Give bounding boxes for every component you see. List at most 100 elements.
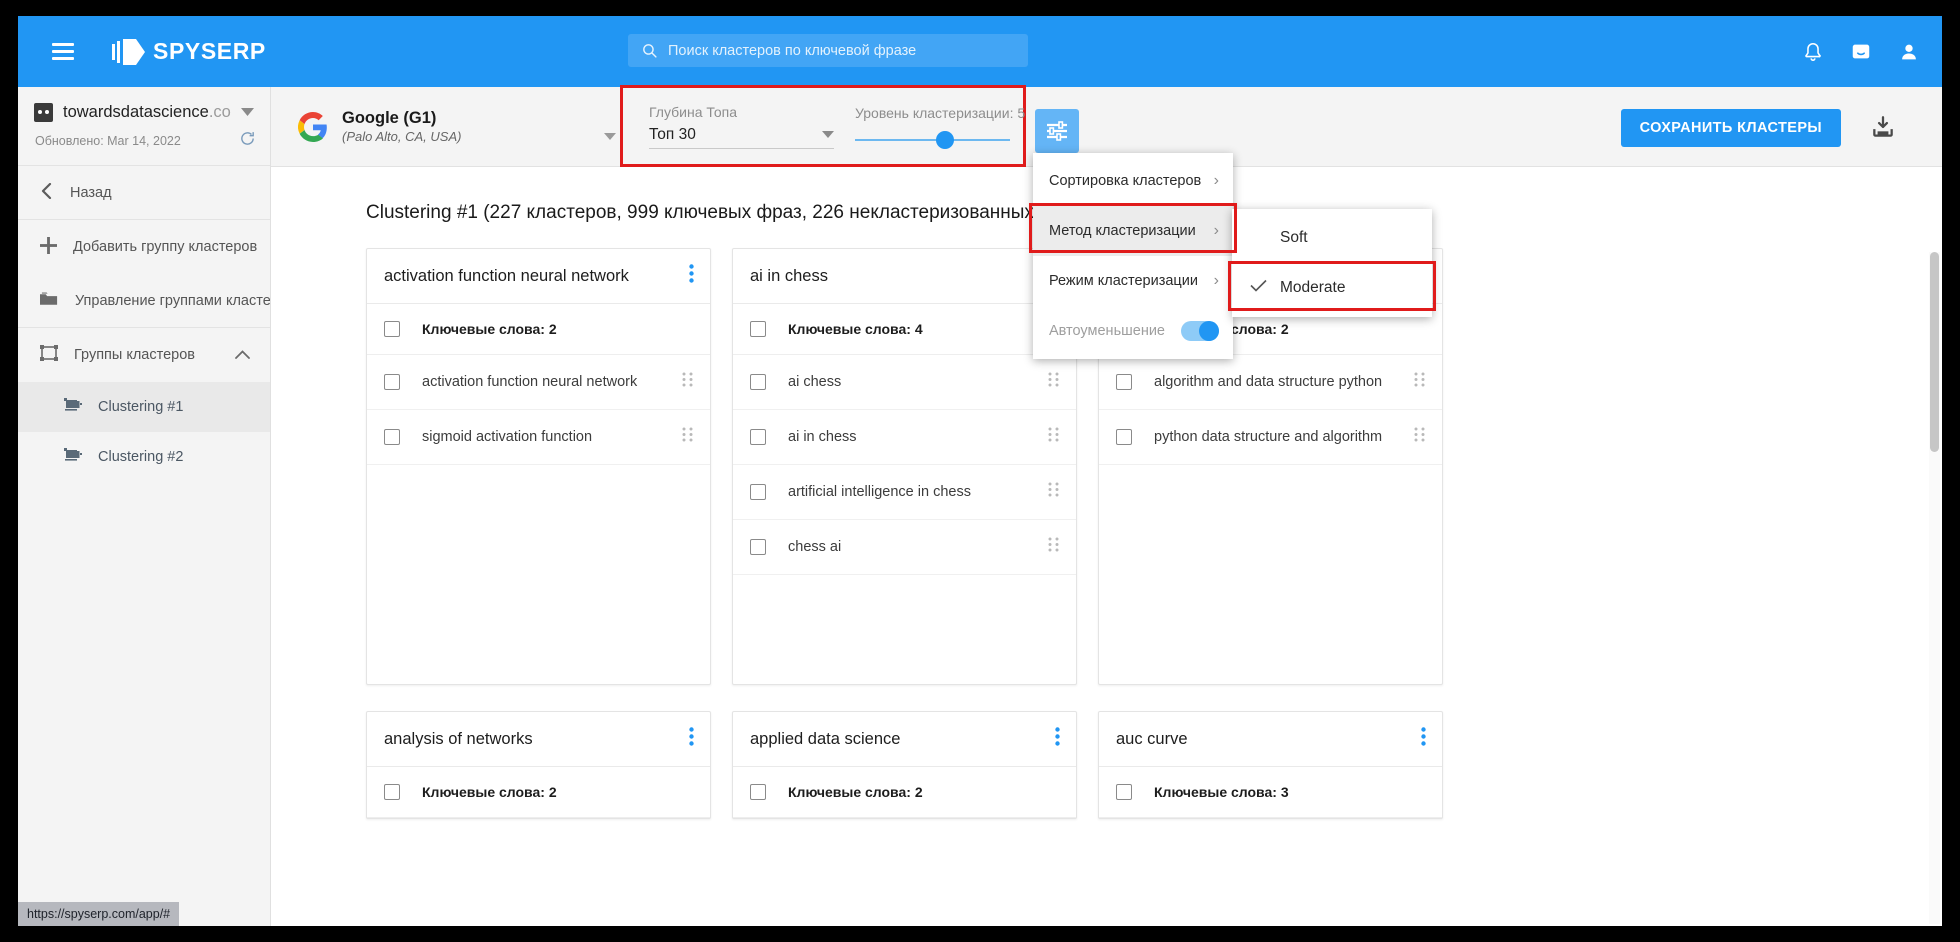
sidebar-item-label: Clustering #1 bbox=[98, 399, 183, 415]
keyword-checkbox[interactable] bbox=[384, 429, 400, 445]
save-clusters-button[interactable]: СОХРАНИТЬ КЛАСТЕРЫ bbox=[1621, 109, 1841, 147]
refresh-icon[interactable] bbox=[239, 130, 256, 152]
cluster-settings-button[interactable] bbox=[1035, 109, 1079, 153]
sidebar-item-clustering-2[interactable]: Clustering #2 bbox=[18, 432, 270, 482]
select-all-checkbox[interactable] bbox=[1116, 784, 1132, 800]
clustering-level-label: Уровень кластеризации: 5 bbox=[855, 105, 1010, 121]
keywords-count: Ключевые слова: 4 bbox=[788, 321, 923, 337]
cluster-keywords-header: Ключевые слова: 2 bbox=[367, 767, 710, 818]
chat-icon[interactable] bbox=[1850, 41, 1872, 63]
sidebar-item-manage-cluster-groups[interactable]: Управление группами кластер bbox=[18, 274, 270, 328]
cluster-card-title: activation function neural network bbox=[384, 267, 629, 286]
cluster-card-title: applied data science bbox=[750, 730, 900, 749]
select-all-checkbox[interactable] bbox=[750, 784, 766, 800]
site-selector[interactable]: towardsdatascience.co bbox=[18, 87, 270, 124]
keyword-checkbox[interactable] bbox=[750, 374, 766, 390]
submenu-item-soft[interactable]: Soft bbox=[1232, 213, 1432, 263]
drag-handle-icon[interactable] bbox=[1048, 482, 1059, 502]
select-all-checkbox[interactable] bbox=[384, 321, 400, 337]
kebab-menu-icon[interactable] bbox=[689, 727, 694, 751]
updated-row: Обновлено: Mar 14, 2022 bbox=[18, 124, 270, 166]
cluster-card: activation function neural network Ключе… bbox=[366, 248, 711, 685]
keyword-checkbox[interactable] bbox=[1116, 429, 1132, 445]
updated-text: Обновлено: Mar 14, 2022 bbox=[35, 134, 181, 148]
chevron-down-icon[interactable] bbox=[241, 104, 254, 122]
chevron-down-icon[interactable] bbox=[822, 126, 834, 144]
sidebar-item-clustering-1[interactable]: Clustering #1 bbox=[18, 382, 270, 432]
clustering-method-submenu: Soft Moderate bbox=[1232, 209, 1432, 317]
main-area: Google (G1) (Palo Alto, CA, USA) Глубина… bbox=[271, 87, 1942, 926]
select-all-checkbox[interactable] bbox=[384, 784, 400, 800]
chevron-right-icon: › bbox=[1214, 272, 1219, 290]
sidebar-item-label: Управление группами кластер bbox=[75, 293, 270, 309]
cluster-icon bbox=[40, 345, 58, 365]
card-empty-space bbox=[367, 465, 710, 684]
cluster-card-title: ai in chess bbox=[750, 267, 828, 286]
cluster-card: applied data science Ключевые слова: 2 bbox=[732, 711, 1077, 819]
keyword-text: chess ai bbox=[788, 539, 841, 555]
clustering-icon bbox=[64, 447, 84, 467]
scrollbar-thumb[interactable] bbox=[1930, 252, 1939, 452]
menu-item-clustering-mode[interactable]: Режим кластеризации › bbox=[1033, 256, 1233, 306]
card-empty-space bbox=[733, 575, 1076, 684]
brand-text: SPYSERP bbox=[153, 38, 266, 65]
drag-handle-icon[interactable] bbox=[1414, 372, 1425, 392]
cluster-keywords-header: Ключевые слова: 3 bbox=[1099, 767, 1442, 818]
drag-handle-icon[interactable] bbox=[1048, 427, 1059, 447]
slider-knob[interactable] bbox=[936, 131, 954, 149]
cluster-card: auc curve Ключевые слова: 3 bbox=[1098, 711, 1443, 819]
sidebar-group-cluster-groups[interactable]: Группы кластеров bbox=[18, 328, 270, 382]
drag-handle-icon[interactable] bbox=[1048, 537, 1059, 557]
clustering-level-control: Уровень кластеризации: 5 bbox=[855, 105, 1010, 147]
keyword-checkbox[interactable] bbox=[750, 484, 766, 500]
search-box[interactable] bbox=[628, 34, 1028, 67]
keyword-checkbox[interactable] bbox=[1116, 374, 1132, 390]
download-icon[interactable] bbox=[1870, 114, 1896, 145]
keyword-row: chess ai bbox=[733, 520, 1076, 575]
keyword-text: python data structure and algorithm bbox=[1154, 429, 1382, 445]
keyword-checkbox[interactable] bbox=[750, 539, 766, 555]
sidebar-item-label: Добавить группу кластеров bbox=[73, 239, 257, 255]
auto-reduce-toggle[interactable] bbox=[1181, 321, 1219, 341]
menu-item-label: Сортировка кластеров bbox=[1049, 173, 1201, 189]
sidebar-item-add-cluster-group[interactable]: Добавить группу кластеров bbox=[18, 220, 270, 274]
hamburger-icon[interactable] bbox=[52, 43, 74, 60]
sidebar-group-label: Группы кластеров bbox=[74, 347, 195, 363]
top-depth-select[interactable]: Глубина Топа Топ 30 bbox=[649, 104, 834, 149]
drag-handle-icon[interactable] bbox=[682, 372, 693, 392]
plus-icon bbox=[40, 237, 57, 258]
menu-item-label: Автоуменьшение bbox=[1049, 323, 1165, 339]
select-all-checkbox[interactable] bbox=[750, 321, 766, 337]
site-name: towardsdatascience.co bbox=[63, 103, 231, 122]
drag-handle-icon[interactable] bbox=[1414, 427, 1425, 447]
user-icon[interactable] bbox=[1898, 41, 1920, 63]
search-input[interactable] bbox=[668, 43, 998, 59]
submenu-item-moderate[interactable]: Moderate bbox=[1232, 263, 1432, 313]
sidebar: towardsdatascience.co Обновлено: Mar 14,… bbox=[18, 87, 271, 926]
menu-item-clustering-method[interactable]: Метод кластеризации › bbox=[1033, 206, 1233, 256]
clustering-level-slider[interactable] bbox=[855, 133, 1010, 147]
chevron-right-icon: › bbox=[1214, 222, 1219, 240]
keywords-count: Ключевые слова: 2 bbox=[788, 784, 923, 800]
kebab-menu-icon[interactable] bbox=[1421, 727, 1426, 751]
keyword-checkbox[interactable] bbox=[750, 429, 766, 445]
vertical-scrollbar[interactable] bbox=[1929, 252, 1940, 924]
card-empty-space bbox=[1099, 465, 1442, 684]
collapse-caret-icon[interactable] bbox=[604, 128, 616, 146]
cluster-card-title: auc curve bbox=[1116, 730, 1188, 749]
cluster-card: ai in chess Ключевые слова: 4 ai chess bbox=[732, 248, 1077, 685]
menu-item-sort-clusters[interactable]: Сортировка кластеров › bbox=[1033, 156, 1233, 206]
chevron-up-icon[interactable] bbox=[235, 347, 250, 363]
menu-item-label: Метод кластеризации bbox=[1049, 223, 1196, 239]
kebab-menu-icon[interactable] bbox=[689, 264, 694, 288]
cluster-grid-row-2: analysis of networks Ключевые слова: 2 a… bbox=[271, 685, 1942, 819]
sidebar-item-back[interactable]: Назад bbox=[18, 166, 270, 220]
drag-handle-icon[interactable] bbox=[1048, 372, 1059, 392]
keyword-text: ai chess bbox=[788, 374, 841, 390]
slider-track bbox=[855, 139, 1010, 141]
keyword-checkbox[interactable] bbox=[384, 374, 400, 390]
bell-icon[interactable] bbox=[1802, 41, 1824, 63]
menu-item-auto-reduce[interactable]: Автоуменьшение bbox=[1033, 306, 1233, 356]
drag-handle-icon[interactable] bbox=[682, 427, 693, 447]
kebab-menu-icon[interactable] bbox=[1055, 727, 1060, 751]
